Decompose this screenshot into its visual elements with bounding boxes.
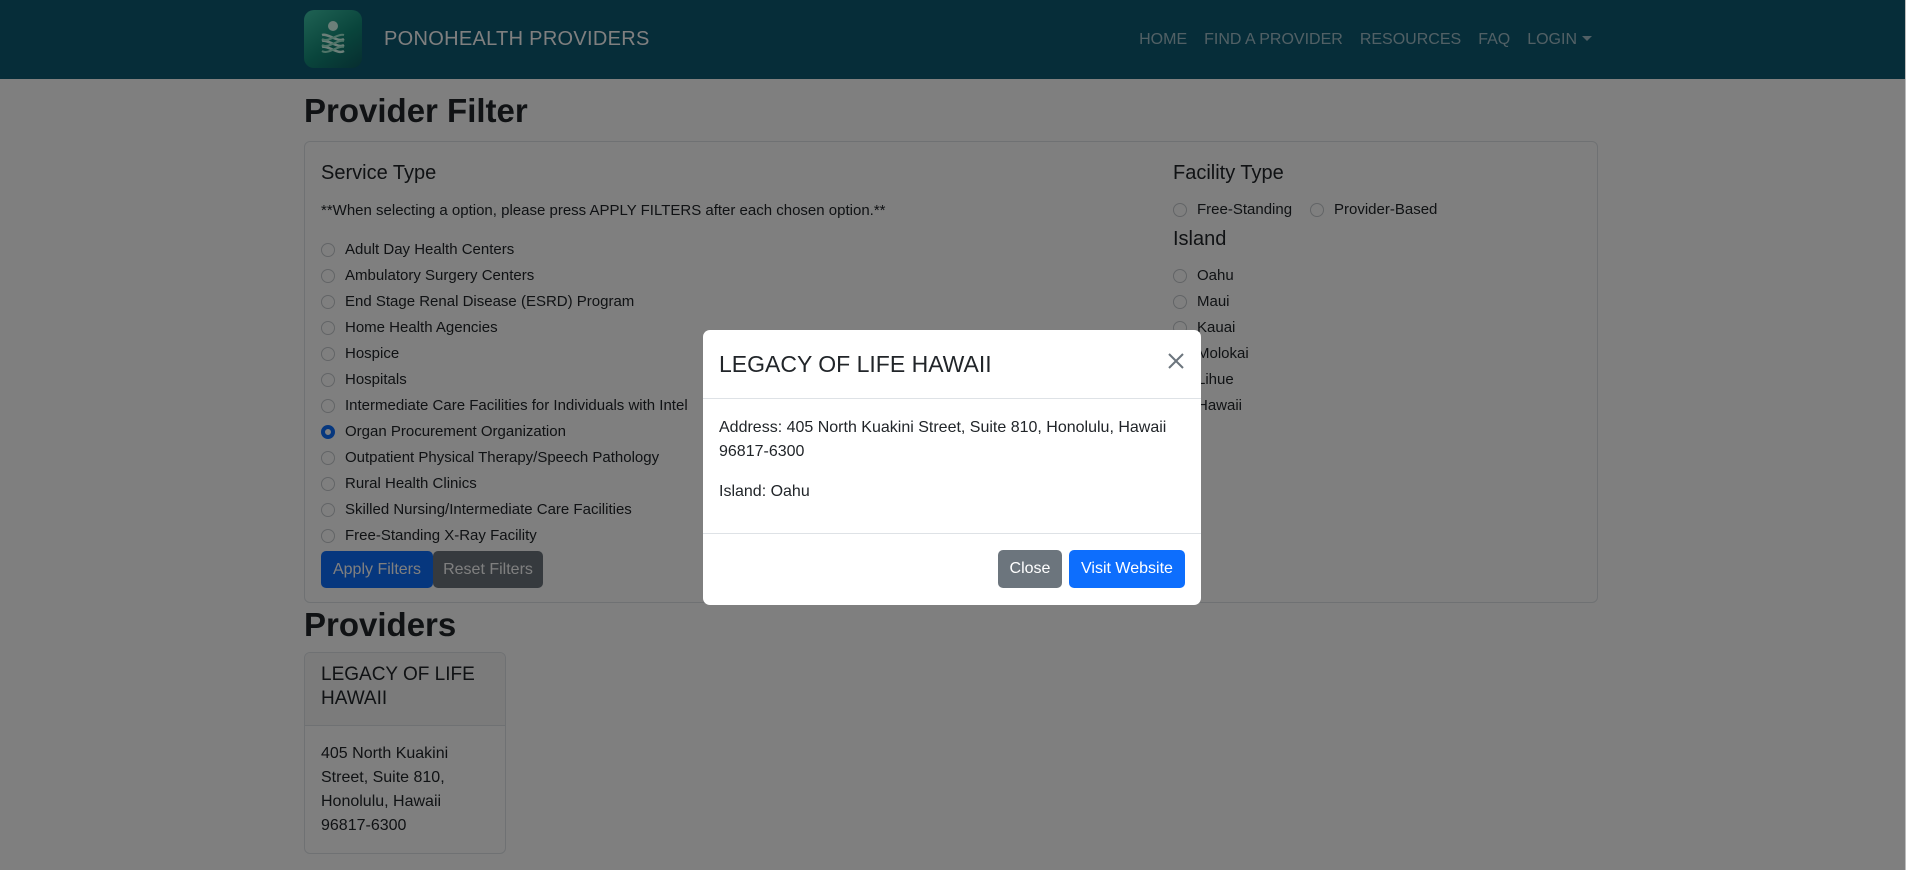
modal-footer: Close Visit Website bbox=[703, 533, 1201, 605]
visit-website-button[interactable]: Visit Website bbox=[1069, 550, 1185, 588]
modal-header: LEGACY OF LIFE HAWAII bbox=[703, 330, 1201, 399]
modal-title: LEGACY OF LIFE HAWAII bbox=[719, 351, 992, 377]
close-button[interactable]: Close bbox=[998, 550, 1062, 588]
modal-body: Address: 405 North Kuakini Street, Suite… bbox=[719, 416, 1179, 520]
provider-modal: LEGACY OF LIFE HAWAII Address: 405 North… bbox=[703, 330, 1201, 605]
modal-address: Address: 405 North Kuakini Street, Suite… bbox=[719, 419, 1167, 460]
modal-island: Island: Oahu bbox=[719, 483, 810, 500]
close-icon[interactable] bbox=[1165, 350, 1187, 372]
